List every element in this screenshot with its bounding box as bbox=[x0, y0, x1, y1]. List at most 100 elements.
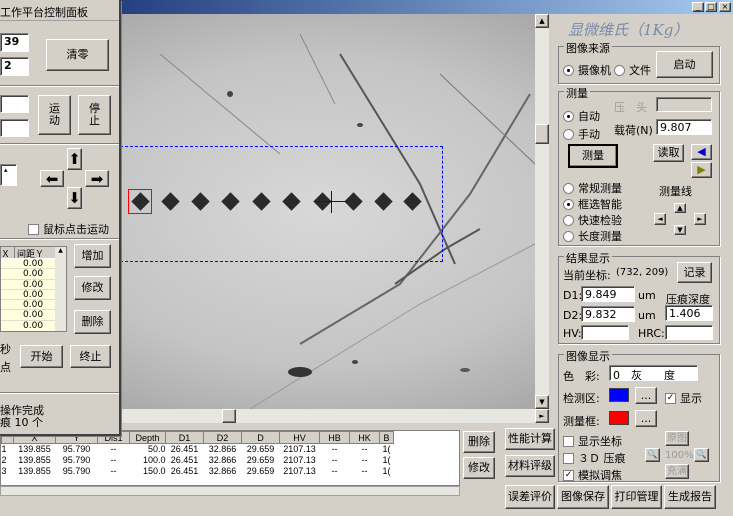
scroll-down-button[interactable]: ▼ bbox=[535, 395, 549, 409]
print-manage-button[interactable]: 打印管理 bbox=[611, 485, 662, 509]
list-item[interactable]: 0.00 bbox=[1, 269, 55, 280]
table-cell: 139.855 bbox=[18, 455, 51, 465]
end-run-button[interactable]: 终止 bbox=[70, 345, 111, 368]
method-length-radio[interactable]: 长度测量 bbox=[563, 228, 622, 244]
start-camera-button[interactable]: 启动 bbox=[656, 51, 713, 78]
detect-area-label: 检测区: bbox=[563, 392, 600, 405]
start-run-button[interactable]: 开始 bbox=[20, 345, 63, 368]
maximize-button[interactable]: □ bbox=[705, 2, 717, 12]
source-camera-radio[interactable]: 摄像机 bbox=[563, 62, 611, 78]
pressure-head-select[interactable] bbox=[656, 97, 712, 112]
position-field-a[interactable]: 39 bbox=[0, 33, 29, 52]
image-save-button[interactable]: 图像保存 bbox=[557, 485, 609, 509]
list-item[interactable]: 0.00 bbox=[1, 290, 55, 301]
image-vertical-scrollbar[interactable]: ▲ ▼ bbox=[535, 14, 549, 409]
add-point-button[interactable]: 增加 bbox=[74, 244, 111, 268]
prev-arrow-button[interactable]: ◀ bbox=[691, 144, 712, 160]
mouse-click-move-checkbox[interactable]: 鼠标点击运动 bbox=[28, 221, 109, 237]
scroll-right-button[interactable]: ► bbox=[535, 409, 549, 423]
hrc-field[interactable] bbox=[665, 325, 713, 340]
list-item[interactable]: 0.00 bbox=[1, 280, 55, 290]
list-item[interactable]: 0.00 bbox=[1, 321, 55, 331]
arrow-up-button[interactable]: ⬆ bbox=[67, 148, 82, 170]
line-down-button[interactable]: ▼ bbox=[674, 225, 686, 235]
delete-point-button[interactable]: 删除 bbox=[74, 310, 111, 334]
list-item[interactable]: 0.00 bbox=[1, 300, 55, 311]
depth-field[interactable]: 1.406 bbox=[665, 305, 713, 321]
radio-dot bbox=[563, 64, 574, 76]
method-smart-radio[interactable]: 框选智能 bbox=[563, 196, 622, 212]
measure-line-pad[interactable]: ▲ ◄ ► ▼ bbox=[654, 203, 706, 235]
load-select[interactable]: 9.807 bbox=[656, 119, 712, 135]
position-field-b[interactable]: 2 bbox=[0, 57, 29, 76]
move-x-input[interactable] bbox=[0, 95, 29, 113]
table-row[interactable]: 2 139.855 95.790 -- 100.0 26.451 32.866 … bbox=[2, 455, 394, 466]
arrow-left-button[interactable]: ⬅ bbox=[40, 170, 64, 187]
zoom-out-icon[interactable]: 🔍 bbox=[645, 448, 660, 462]
table-cell: 1 bbox=[1, 444, 7, 455]
table-edit-button[interactable]: 修改 bbox=[463, 457, 495, 479]
arrow-down-button[interactable]: ⬇ bbox=[67, 187, 82, 209]
performance-calc-button[interactable]: 性能计算 bbox=[505, 428, 555, 450]
material-grade-button[interactable]: 材料评级 bbox=[505, 455, 555, 477]
show-coord-checkbox[interactable]: 显示坐标 bbox=[563, 433, 622, 449]
zoom-in-icon[interactable]: 🔍 bbox=[694, 448, 709, 462]
measure-button[interactable]: 测量 bbox=[568, 144, 618, 168]
line-up-button[interactable]: ▲ bbox=[674, 203, 686, 213]
line-left-button[interactable]: ◄ bbox=[654, 213, 666, 225]
line-right-button[interactable]: ► bbox=[694, 213, 706, 225]
show-detect-checkbox[interactable]: ✓ 显示 bbox=[665, 390, 702, 406]
measure-manual-radio[interactable]: 手动 bbox=[563, 126, 600, 142]
move-y-input[interactable] bbox=[0, 119, 29, 137]
control-panel-window[interactable]: 工作平台控制面板 39 2 清零 运 动 停 止 ▴ ⬆ ⬅ ➡ ⬇ 鼠标点击运… bbox=[0, 0, 121, 436]
edit-point-button[interactable]: 修改 bbox=[74, 276, 111, 300]
d1-field[interactable]: 9.849 bbox=[581, 286, 635, 302]
indent-3d-checkbox[interactable]: ３Ｄ 压痕 bbox=[563, 450, 626, 466]
list-scrollbar[interactable]: ▲ bbox=[55, 247, 66, 331]
fill-button[interactable]: 充满 bbox=[665, 464, 689, 479]
color-select[interactable]: 0 灰 度 bbox=[609, 365, 698, 381]
generate-report-button[interactable]: 生成报告 bbox=[664, 485, 716, 509]
results-table[interactable]: X Y Dis1 Depth D1 D2 D HV HB HK B 1 139.… bbox=[0, 430, 460, 486]
source-file-radio[interactable]: 文件 bbox=[614, 62, 651, 78]
record-button[interactable]: 记录 bbox=[677, 262, 712, 283]
table-row[interactable]: 3 139.855 95.790 -- 150.0 26.451 32.866 … bbox=[2, 466, 394, 477]
detect-color-button[interactable]: ... bbox=[635, 387, 657, 404]
detect-color-swatch[interactable] bbox=[609, 388, 629, 402]
d2-value: 9.832 bbox=[585, 308, 617, 321]
arrow-right-button[interactable]: ➡ bbox=[85, 170, 109, 187]
method-normal-radio[interactable]: 常规测量 bbox=[563, 180, 622, 196]
error-eval-button[interactable]: 误差评价 bbox=[505, 485, 555, 509]
original-image-button[interactable]: 原图 bbox=[665, 431, 689, 446]
vertical-scroll-thumb[interactable] bbox=[535, 124, 549, 144]
control-panel-title-bar[interactable]: 工作平台控制面板 bbox=[0, 0, 119, 21]
d2-field[interactable]: 9.832 bbox=[581, 306, 635, 322]
clear-zero-button[interactable]: 清零 bbox=[46, 39, 109, 71]
point-list[interactable]: Ｘ 间距Ｙ ▲ 0.00 0.00 0.00 0.00 0.00 0.00 0.… bbox=[0, 246, 67, 332]
radio-dot bbox=[563, 110, 574, 122]
horizontal-scroll-thumb[interactable] bbox=[222, 409, 236, 423]
list-item[interactable]: 0.00 bbox=[1, 259, 55, 270]
next-arrow-button[interactable]: ▶ bbox=[691, 162, 712, 178]
close-button[interactable]: × bbox=[719, 2, 731, 12]
read-button[interactable]: 读取 bbox=[653, 144, 684, 162]
table-row[interactable]: 1 139.855 95.790 -- 50.0 26.451 32.866 2… bbox=[2, 444, 394, 455]
move-button[interactable]: 运 动 bbox=[38, 95, 71, 135]
frame-color-button[interactable]: ... bbox=[635, 410, 657, 427]
checkbox-box bbox=[563, 452, 574, 464]
measure-auto-radio[interactable]: 自动 bbox=[563, 108, 600, 124]
table-delete-button[interactable]: 删除 bbox=[463, 431, 495, 453]
frame-color-swatch[interactable] bbox=[609, 411, 629, 425]
minimize-button[interactable]: _ bbox=[692, 2, 704, 12]
table-horizontal-scrollbar[interactable] bbox=[0, 486, 460, 496]
step-select[interactable]: ▴ bbox=[0, 164, 17, 186]
header-cell: D bbox=[241, 431, 280, 444]
list-item[interactable]: 0.00 bbox=[1, 310, 55, 321]
hv-field[interactable] bbox=[581, 325, 629, 340]
scroll-up-button[interactable]: ▲ bbox=[535, 14, 549, 28]
fuzzy-focus-checkbox[interactable]: ✓ 模拟调焦 bbox=[563, 467, 622, 483]
stop-button[interactable]: 停 止 bbox=[78, 95, 111, 135]
list-values: 0.00 0.00 0.00 0.00 0.00 0.00 0.00 bbox=[1, 259, 55, 331]
method-quick-radio[interactable]: 快速检验 bbox=[563, 212, 622, 228]
radio-dot bbox=[614, 64, 625, 76]
